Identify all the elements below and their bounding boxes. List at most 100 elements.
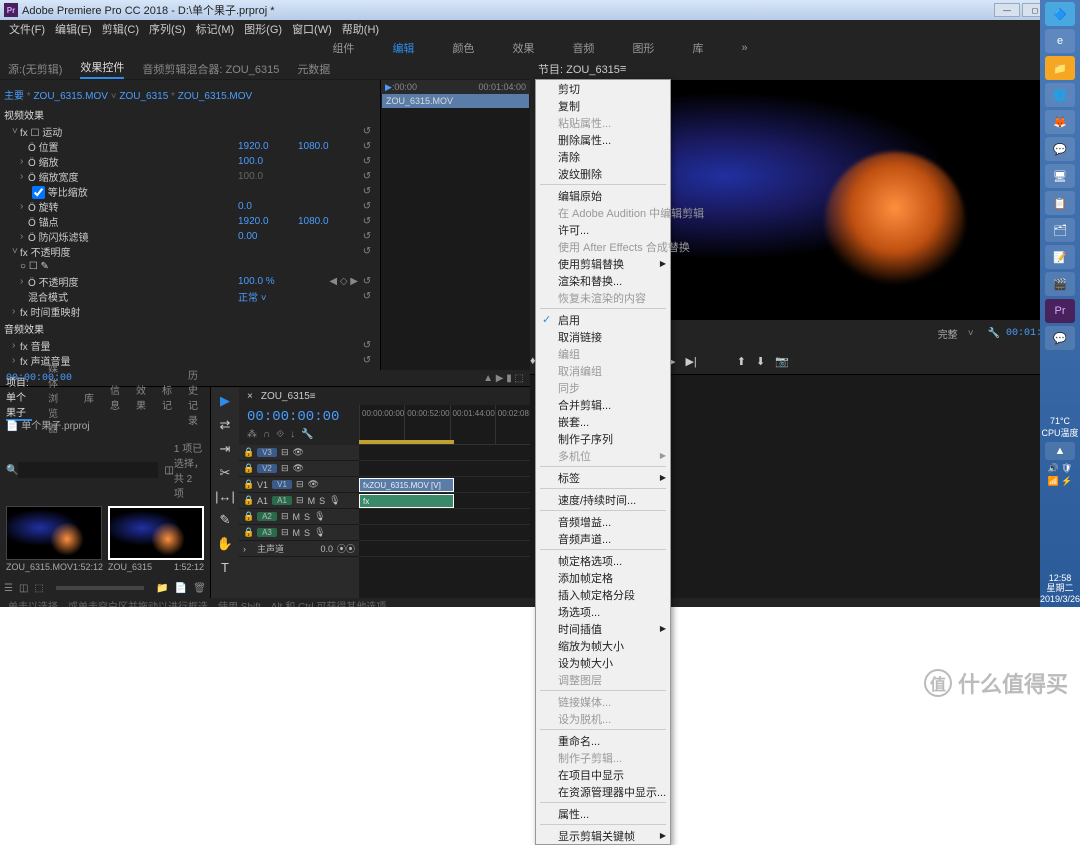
blend-mode-dropdown[interactable]: 正常 ˅ (238, 289, 358, 304)
project-item[interactable]: ZOU_63151:52:12 (108, 506, 204, 572)
taskbar-premiere-icon[interactable]: Pr (1045, 299, 1075, 323)
taskbar-clock[interactable]: 12:58 星期二 2019/3/26 (1038, 571, 1080, 607)
flicker-val[interactable]: 0.00 (238, 231, 298, 242)
project-item[interactable]: ZOU_6315.MOV1:52:12 (6, 506, 102, 572)
rotation-val[interactable]: 0.0 (238, 201, 298, 212)
context-menu-item[interactable]: 显示剪辑关键帧▶ (536, 827, 670, 844)
ws-graphics[interactable]: 图形 (628, 38, 658, 58)
anchor-x[interactable]: 1920.0 (238, 216, 298, 227)
go-to-out-icon[interactable]: ▶| (685, 355, 696, 368)
reset-icon[interactable]: ↺ (358, 231, 376, 242)
context-menu-item[interactable]: 删除属性... (536, 131, 670, 148)
context-menu-item[interactable]: 速度/持续时间... (536, 491, 670, 508)
mic-icon[interactable]: 🎙 (329, 495, 340, 506)
opacity-val[interactable]: 100.0 % (238, 276, 298, 287)
extract-icon[interactable]: ⬇ (756, 355, 765, 368)
menu-clip[interactable]: 剪辑(C) (99, 21, 142, 37)
menu-window[interactable]: 窗口(W) (289, 21, 335, 37)
mic-icon[interactable]: 🎙 (314, 527, 325, 538)
taskbar-icon[interactable]: 🌐 (1045, 83, 1075, 107)
snap-icon[interactable]: ⟐ (276, 429, 284, 440)
context-menu-item[interactable]: 波纹删除 (536, 165, 670, 182)
context-menu-item[interactable]: 帧定格选项... (536, 552, 670, 569)
mask-tools[interactable]: ○ ☐ ✎ (20, 261, 376, 272)
eye-icon[interactable]: 👁 (293, 463, 304, 474)
reset-icon[interactable]: ↺ (358, 171, 376, 182)
context-menu-item[interactable]: 渲染和替换... (536, 272, 670, 289)
context-menu-item[interactable]: 清除 (536, 148, 670, 165)
context-menu-item[interactable]: 标签▶ (536, 469, 670, 486)
context-menu-item[interactable]: ✓启用 (536, 311, 670, 328)
fit-dropdown[interactable]: 完整 (938, 326, 958, 341)
context-menu-item[interactable]: 制作子序列 (536, 430, 670, 447)
reset-icon[interactable]: ↺ (358, 355, 376, 366)
taskbar-icon[interactable]: 📋 (1045, 191, 1075, 215)
reset-motion-icon[interactable]: ↺ (358, 126, 376, 137)
taskbar-icon[interactable]: 🗂 (1045, 218, 1075, 242)
context-menu-item[interactable]: 插入帧定格分段 (536, 586, 670, 603)
lift-icon[interactable]: ⬆ (737, 355, 746, 368)
taskbar-icon[interactable]: 💬 (1045, 326, 1075, 350)
reset-icon[interactable]: ↺ (358, 216, 376, 227)
new-item-icon[interactable]: 📄 (175, 583, 187, 594)
position-y[interactable]: 1080.0 (298, 141, 358, 152)
audio-clip[interactable]: fx (359, 494, 454, 508)
video-clip[interactable]: fx ZOU_6315.MOV [V] (359, 478, 454, 492)
tab-audio-mixer[interactable]: 音频剪辑混合器: ZOU_6315 (142, 61, 279, 77)
ws-more[interactable]: » (737, 40, 751, 56)
position-x[interactable]: 1920.0 (238, 141, 298, 152)
effect-timeline[interactable]: ▶:00:0000:01:04:00 ZOU_6315.MOV (380, 80, 530, 370)
timeline-timecode[interactable]: 00:00:00:00 (247, 409, 351, 425)
context-menu-item[interactable]: 重命名... (536, 732, 670, 749)
context-menu-item[interactable]: 许可... (536, 221, 670, 238)
taskbar-icon[interactable]: 📁 (1045, 56, 1075, 80)
reset-icon[interactable]: ↺ (358, 246, 376, 257)
menu-help[interactable]: 帮助(H) (339, 21, 382, 37)
settings-icon[interactable]: 🔧 (988, 328, 1000, 339)
minimize-button[interactable]: — (994, 3, 1020, 17)
menu-marker[interactable]: 标记(M) (193, 21, 238, 37)
reset-icon[interactable]: ↺ (358, 276, 376, 287)
ws-audio[interactable]: 音频 (568, 38, 598, 58)
fx-channel-volume[interactable]: fx 声道音量 (20, 353, 358, 368)
context-menu-item[interactable]: 在项目中显示 (536, 766, 670, 783)
fx-opacity[interactable]: fx 不透明度 (20, 244, 358, 259)
taskbar-ie-icon[interactable]: e (1045, 29, 1075, 53)
trash-icon[interactable]: 🗑 (193, 583, 206, 594)
list-view-icon[interactable]: ☰ (4, 583, 13, 594)
context-menu-item[interactable]: 设为帧大小 (536, 654, 670, 671)
project-search-input[interactable] (18, 462, 158, 478)
ripple-tool-icon[interactable]: ⇥ (220, 441, 231, 457)
track-select-tool-icon[interactable]: ⇄ (220, 417, 231, 433)
context-menu-item[interactable]: 音频增益... (536, 513, 670, 530)
eye-icon[interactable]: 👁 (293, 447, 304, 458)
ws-editing[interactable]: 编辑 (388, 38, 418, 58)
menu-sequence[interactable]: 序列(S) (146, 21, 189, 37)
taskbar-icon[interactable]: 🦊 (1045, 110, 1075, 134)
context-menu-item[interactable]: 剪切 (536, 80, 670, 97)
sequence-tab[interactable]: ZOU_6315 (261, 391, 310, 402)
reset-icon[interactable]: ↺ (358, 291, 376, 302)
ws-library[interactable]: 库 (688, 38, 707, 58)
reset-icon[interactable]: ↺ (358, 340, 376, 351)
freeform-icon[interactable]: ⬚ (34, 583, 43, 594)
pen-tool-icon[interactable]: ✎ (220, 512, 231, 528)
menu-graphics[interactable]: 图形(G) (241, 21, 285, 37)
context-menu-item[interactable]: 缩放为帧大小 (536, 637, 670, 654)
tab-metadata[interactable]: 元数据 (297, 61, 330, 77)
taskbar-icon[interactable]: 🖥 (1045, 164, 1075, 188)
icon-view-icon[interactable]: ◫ (19, 583, 28, 594)
fx-time-remap[interactable]: fx 时间重映射 (20, 304, 376, 319)
tab-effect-controls[interactable]: 效果控件 (80, 59, 124, 79)
reset-icon[interactable]: ↺ (358, 156, 376, 167)
context-menu-item[interactable]: 音频声道... (536, 530, 670, 547)
reset-icon[interactable]: ↺ (358, 186, 376, 197)
context-menu-item[interactable]: 嵌套... (536, 413, 670, 430)
uniform-scale-checkbox[interactable] (32, 186, 45, 199)
reset-icon[interactable]: ↺ (358, 201, 376, 212)
bin-icon[interactable]: ◫ (164, 465, 173, 476)
fx-volume[interactable]: fx 音量 (20, 338, 358, 353)
slip-tool-icon[interactable]: |↔| (215, 489, 235, 504)
context-menu-item[interactable]: 在资源管理器中显示... (536, 783, 670, 800)
taskbar-icon[interactable]: 🔷 (1045, 2, 1075, 26)
